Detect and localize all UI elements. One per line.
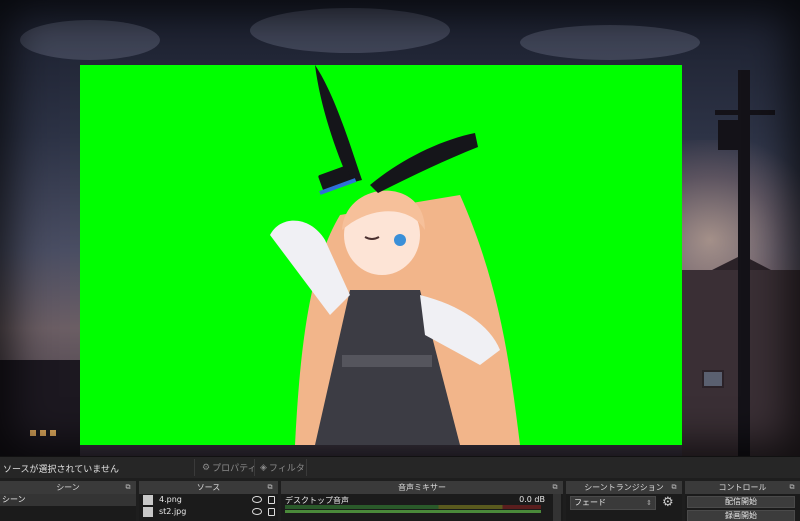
filters-button-label: フィルタ bbox=[268, 464, 305, 474]
transition-select[interactable]: フェード ⇕ bbox=[570, 496, 656, 510]
lock-icon[interactable] bbox=[268, 508, 275, 516]
properties-button-label: プロパティ bbox=[212, 464, 257, 474]
undock-icon[interactable]: ⧉ bbox=[266, 483, 274, 491]
green-screen-source[interactable] bbox=[80, 65, 682, 445]
docks-area: シーン ⧉ シーン ソース ⧉ 4.png st2.jpg 音声ミキサー ⧉ デ… bbox=[0, 478, 800, 521]
vtuber-character-image bbox=[270, 65, 520, 445]
mixer-channel: デスクトップ音声 0.0 dB bbox=[281, 494, 563, 521]
audio-mixer-dock: 音声ミキサー ⧉ デスクトップ音声 0.0 dB bbox=[281, 481, 563, 521]
start-streaming-button[interactable]: 配信開始 bbox=[687, 496, 795, 508]
undock-icon[interactable]: ⧉ bbox=[124, 483, 132, 491]
no-source-selected-label: ソースが選択されていません bbox=[3, 465, 120, 475]
controls-dock: コントロール ⧉ 配信開始 録画開始 bbox=[685, 481, 800, 521]
source-item[interactable]: 4.png bbox=[139, 494, 278, 506]
audio-mixer-body: デスクトップ音声 0.0 dB bbox=[281, 494, 563, 521]
toolbar-separator bbox=[254, 459, 255, 476]
mixer-scrollbar[interactable] bbox=[553, 494, 561, 521]
undock-icon[interactable]: ⧉ bbox=[788, 483, 796, 491]
gear-icon[interactable]: ⚙ bbox=[662, 496, 676, 510]
preview-canvas[interactable] bbox=[0, 0, 800, 456]
source-item[interactable]: st2.jpg bbox=[139, 506, 278, 518]
scene-item[interactable]: シーン bbox=[0, 494, 136, 506]
scenes-list[interactable]: シーン bbox=[0, 494, 136, 521]
source-item-label: st2.jpg bbox=[159, 507, 187, 516]
scenes-dock: シーン ⧉ シーン bbox=[0, 481, 136, 521]
scene-transitions-title-label: シーントランジション bbox=[584, 483, 664, 492]
visibility-eye-icon[interactable] bbox=[252, 508, 262, 515]
toolbar-separator bbox=[194, 459, 195, 476]
controls-body: 配信開始 録画開始 bbox=[685, 494, 800, 521]
start-recording-button[interactable]: 録画開始 bbox=[687, 510, 795, 521]
lock-icon[interactable] bbox=[268, 496, 275, 504]
volume-meter bbox=[285, 505, 541, 509]
scene-item-label: シーン bbox=[2, 495, 26, 504]
undock-icon[interactable]: ⧉ bbox=[670, 483, 678, 491]
mixer-channel-level: 0.0 dB bbox=[519, 495, 545, 504]
undock-icon[interactable]: ⧉ bbox=[551, 483, 559, 491]
audio-mixer-dock-title: 音声ミキサー ⧉ bbox=[281, 481, 563, 494]
properties-button[interactable]: ⚙ プロパティ bbox=[198, 459, 261, 476]
filter-icon: ◈ bbox=[260, 462, 267, 473]
image-source-icon bbox=[143, 507, 153, 517]
visibility-eye-icon[interactable] bbox=[252, 496, 262, 503]
filters-button[interactable]: ◈ フィルタ bbox=[256, 459, 309, 476]
sources-dock: ソース ⧉ 4.png st2.jpg bbox=[139, 481, 278, 521]
toolbar-separator bbox=[306, 459, 307, 476]
sources-list[interactable]: 4.png st2.jpg bbox=[139, 494, 278, 521]
scenes-dock-title: シーン ⧉ bbox=[0, 481, 136, 494]
sources-title-label: ソース bbox=[196, 483, 221, 492]
source-item-label: 4.png bbox=[159, 495, 182, 504]
transition-select-value: フェード bbox=[574, 498, 606, 507]
scene-transitions-dock: シーントランジション ⧉ フェード ⇕ ⚙ bbox=[566, 481, 682, 521]
image-source-icon bbox=[143, 495, 153, 505]
controls-dock-title: コントロール ⧉ bbox=[685, 481, 800, 494]
controls-title-label: コントロール bbox=[718, 483, 767, 492]
chevron-updown-icon: ⇕ bbox=[646, 499, 652, 507]
scene-transitions-body: フェード ⇕ ⚙ bbox=[566, 494, 682, 521]
audio-mixer-title-label: 音声ミキサー bbox=[398, 483, 446, 492]
volume-slider[interactable] bbox=[285, 510, 541, 513]
scenes-title-label: シーン bbox=[56, 483, 80, 492]
source-toolbar: ソースが選択されていません ⚙ プロパティ ◈ フィルタ bbox=[0, 456, 800, 478]
scene-transitions-dock-title: シーントランジション ⧉ bbox=[566, 481, 682, 494]
sources-dock-title: ソース ⧉ bbox=[139, 481, 278, 494]
gear-icon: ⚙ bbox=[202, 462, 211, 473]
